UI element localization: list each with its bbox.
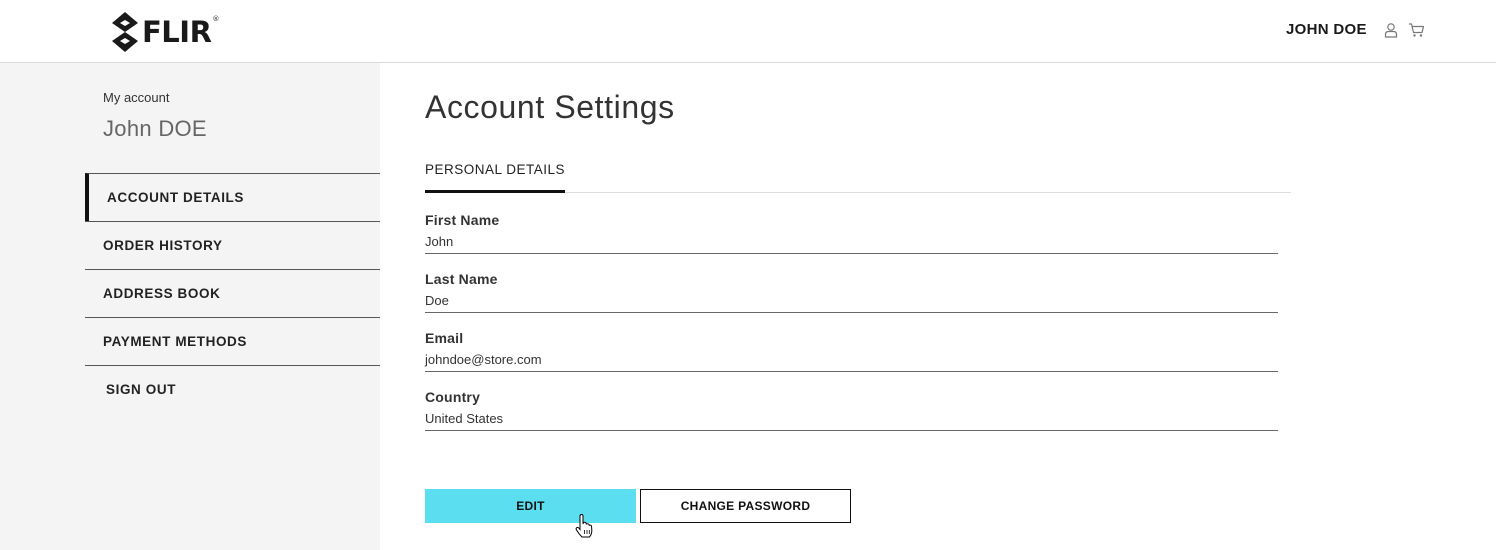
sidebar-item-account-details[interactable]: ACCOUNT DETAILS <box>85 173 380 221</box>
change-password-button[interactable]: CHANGE PASSWORD <box>640 489 851 523</box>
country-label: Country <box>425 389 481 405</box>
tab-bar: PERSONAL DETAILS <box>425 162 1291 193</box>
first-name-field: First Name John <box>425 212 1278 254</box>
country-value: United States <box>425 411 1278 431</box>
sidebar-item-order-history[interactable]: ORDER HISTORY <box>85 221 380 269</box>
account-holder-name: John DOE <box>103 116 207 141</box>
cart-icon[interactable] <box>1408 22 1425 38</box>
sidebar-item-sign-out[interactable]: SIGN OUT <box>85 365 380 413</box>
edit-button[interactable]: EDIT <box>425 489 636 523</box>
site-header: FLIR® JOHN DOE <box>0 0 1496 63</box>
first-name-label: First Name <box>425 212 500 228</box>
page-title: Account Settings <box>425 89 675 125</box>
first-name-value: John <box>425 234 1278 254</box>
brand-name: FLIR® <box>142 14 219 49</box>
sidebar-item-payment-methods[interactable]: PAYMENT METHODS <box>85 317 380 365</box>
sidebar-item-address-book[interactable]: ADDRESS BOOK <box>85 269 380 317</box>
last-name-field: Last Name Doe <box>425 271 1278 313</box>
account-sidebar: My account John DOE ACCOUNT DETAILS ORDE… <box>0 63 380 550</box>
my-account-label: My account <box>103 90 170 105</box>
last-name-label: Last Name <box>425 271 498 287</box>
last-name-value: Doe <box>425 293 1278 313</box>
country-field: Country United States <box>425 389 1278 431</box>
email-value: johndoe@store.com <box>425 352 1278 372</box>
flir-diamond-logo <box>112 12 138 52</box>
email-field: Email johndoe@store.com <box>425 330 1278 372</box>
account-nav: ACCOUNT DETAILS ORDER HISTORY ADDRESS BO… <box>85 173 380 413</box>
email-label: Email <box>425 330 464 346</box>
registered-mark: ® <box>212 14 219 23</box>
user-icon[interactable] <box>1384 22 1398 38</box>
flir-logo[interactable]: FLIR® <box>110 12 219 52</box>
header-user-name[interactable]: JOHN DOE <box>1286 21 1367 38</box>
tab-personal-details[interactable]: PERSONAL DETAILS <box>425 162 566 193</box>
